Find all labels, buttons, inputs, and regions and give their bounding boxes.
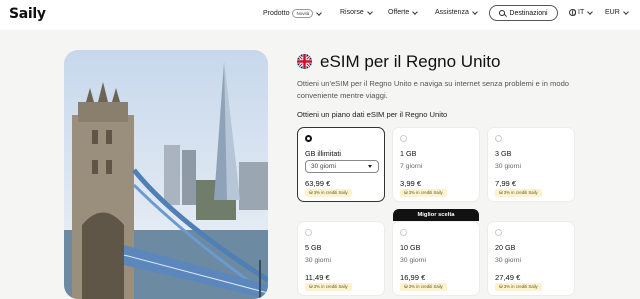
nav-product[interactable]: Prodotto Novità — [263, 9, 323, 18]
best-choice-badge: Miglior scelta — [393, 209, 479, 221]
chevron-down-icon — [587, 8, 594, 15]
credit-text: 3% in crediti Saily — [313, 284, 348, 289]
chevron-down-icon — [366, 8, 373, 15]
duration-select-value: 30 giorni — [311, 163, 336, 170]
destinations-label: Destinazioni — [509, 9, 548, 17]
saily-logo[interactable]: Saily — [9, 6, 46, 22]
destinations-button[interactable]: Destinazioni — [489, 5, 558, 21]
plan-card-unlimited[interactable]: GB illimitati 30 giorni 63,99 € ⛁ 3% in … — [297, 127, 385, 202]
new-badge: Novità — [292, 9, 314, 18]
top-header: Saily Prodotto Novità Risorse Offerte As… — [0, 0, 640, 30]
credit-badge: ⛁ 3% in crediti Saily — [495, 283, 542, 291]
nav-resources[interactable]: Risorse — [340, 8, 373, 16]
radio-button[interactable] — [305, 135, 312, 142]
plan-name: GB illimitati — [305, 149, 341, 158]
radio-button[interactable] — [495, 135, 502, 142]
plan-card-5gb[interactable]: 5 GB 30 giorni 11,49 € ⛁ 3% in crediti S… — [297, 221, 385, 296]
plan-price: 7,99 € — [495, 179, 517, 188]
nav-support-label: Assistenza — [435, 9, 469, 16]
credit-text: 3% in crediti Saily — [503, 190, 538, 195]
credit-text: 3% in crediti Saily — [313, 190, 348, 195]
credit-badge: ⛁ 3% in crediti Saily — [305, 283, 352, 291]
plan-price: 63,99 € — [305, 179, 331, 188]
credit-badge: ⛁ 3% in crediti Saily — [400, 283, 447, 291]
language-label: IT — [578, 9, 585, 16]
london-skyline-illustration — [64, 50, 268, 299]
plan-card-3gb[interactable]: 3 GB 30 giorni 7,99 € ⛁ 3% in crediti Sa… — [487, 127, 575, 202]
credit-text: 3% in crediti Saily — [503, 284, 538, 289]
nav-product-label: Prodotto — [263, 10, 290, 17]
plan-name: 10 GB — [400, 243, 421, 252]
plan-name: 3 GB — [495, 149, 512, 158]
plan-price: 3,99 € — [400, 179, 422, 188]
plan-name: 5 GB — [305, 243, 322, 252]
credit-badge: ⛁ 3% in crediti Saily — [305, 189, 352, 197]
page-title: eSIM per il Regno Unito — [320, 52, 501, 71]
plan-duration: 30 giorni — [400, 257, 427, 264]
currency-selector[interactable]: EUR — [605, 8, 629, 16]
duration-select[interactable]: 30 giorni — [305, 160, 379, 173]
plan-duration: 30 giorni — [495, 163, 522, 170]
chevron-down-icon — [472, 8, 478, 15]
credit-badge: ⛁ 3% in crediti Saily — [495, 189, 542, 197]
radio-button[interactable] — [400, 229, 407, 236]
globe-icon — [569, 9, 576, 16]
plan-card-10gb[interactable]: 10 GB 30 giorni 16,99 € ⛁ 3% in crediti … — [392, 221, 480, 296]
credit-text: 3% in crediti Saily — [408, 284, 443, 289]
plans-heading: Ottieni un piano dati eSIM per il Regno … — [297, 110, 448, 119]
uk-flag-icon — [297, 54, 312, 69]
credit-badge: ⛁ 3% in crediti Saily — [400, 189, 447, 197]
plan-price: 11,49 € — [305, 273, 330, 282]
credit-text: 3% in crediti Saily — [408, 190, 443, 195]
search-icon — [499, 10, 506, 16]
currency-label: EUR — [605, 9, 620, 16]
plan-card-1gb[interactable]: 1 GB 7 giorni 3,99 € ⛁ 3% in crediti Sai… — [392, 127, 480, 202]
plan-card-20gb[interactable]: 20 GB 30 giorni 27,49 € ⛁ 3% in crediti … — [487, 221, 575, 296]
plan-name: 1 GB — [400, 149, 417, 158]
language-selector[interactable]: IT — [569, 8, 594, 16]
chevron-down-icon — [316, 9, 323, 16]
nav-offers[interactable]: Offerte — [388, 8, 419, 16]
plan-duration: 7 giorni — [400, 163, 423, 170]
radio-button[interactable] — [400, 135, 407, 142]
plan-price: 27,49 € — [495, 273, 521, 282]
dropdown-arrow-icon — [368, 165, 372, 168]
page-description: Ottieni un'eSIM per il Regno Unito e nav… — [297, 79, 570, 100]
nav-offers-label: Offerte — [388, 9, 410, 16]
radio-button[interactable] — [495, 229, 502, 236]
radio-button[interactable] — [305, 229, 312, 236]
nav-support[interactable]: Assistenza — [435, 8, 478, 16]
plan-name: 20 GB — [495, 243, 516, 252]
plan-duration: 30 giorni — [495, 257, 522, 264]
chevron-down-icon — [412, 8, 419, 15]
chevron-down-icon — [622, 8, 629, 15]
plan-price: 16,99 € — [400, 273, 426, 282]
plan-duration: 30 giorni — [305, 257, 332, 264]
nav-resources-label: Risorse — [340, 9, 364, 16]
london-tower-bridge-image — [64, 50, 268, 299]
